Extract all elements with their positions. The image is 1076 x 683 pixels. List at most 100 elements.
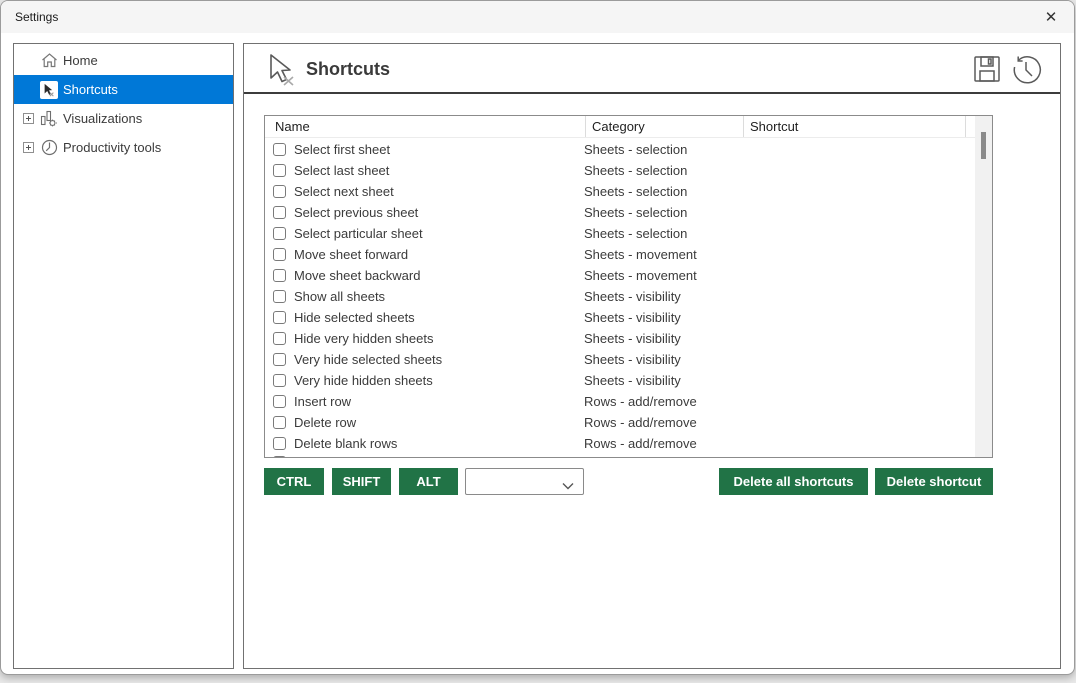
- row-checkbox[interactable]: [273, 332, 286, 345]
- row-checkbox[interactable]: [273, 185, 286, 198]
- shortcuts-cursor-icon: [264, 52, 300, 93]
- row-name-label: Select last sheet: [294, 163, 584, 178]
- row-name-label: Select next sheet: [294, 184, 584, 199]
- table-row[interactable]: Show all sheets Sheets - visibility: [265, 286, 975, 307]
- row-category-label: Sheets - movement: [584, 247, 742, 262]
- row-name-label: Select particular sheet: [294, 226, 584, 241]
- key-dropdown[interactable]: [465, 468, 584, 495]
- titlebar: Settings ✕: [1, 1, 1074, 33]
- table-row[interactable]: [265, 454, 975, 458]
- table-row[interactable]: Insert row Rows - add/remove: [265, 391, 975, 412]
- row-checkbox[interactable]: [273, 164, 286, 177]
- sidebar-item-label: Home: [63, 53, 98, 68]
- history-icon[interactable]: [1010, 54, 1042, 89]
- delete-all-shortcuts-button[interactable]: Delete all shortcuts: [719, 468, 868, 495]
- main-panel: Shortcuts Name Categ: [243, 43, 1061, 669]
- row-category-label: Sheets - selection: [584, 205, 742, 220]
- settings-window: Settings ✕ Home Shortcut: [0, 0, 1075, 675]
- table-row[interactable]: Hide selected sheets Sheets - visibility: [265, 307, 975, 328]
- row-category-label: Sheets - visibility: [584, 310, 742, 325]
- row-checkbox[interactable]: [273, 248, 286, 261]
- row-name-label: Move sheet forward: [294, 247, 584, 262]
- shift-modifier-button[interactable]: SHIFT: [332, 468, 391, 495]
- row-checkbox[interactable]: [273, 143, 286, 156]
- table-row[interactable]: Delete blank rows Rows - add/remove: [265, 433, 975, 454]
- sidebar-item-label: Shortcuts: [63, 82, 118, 97]
- row-name-label: Insert row: [294, 394, 584, 409]
- table-row[interactable]: Very hide hidden sheets Sheets - visibil…: [265, 370, 975, 391]
- row-category-label: Sheets - selection: [584, 142, 742, 157]
- main-header: Shortcuts: [244, 44, 1060, 94]
- expand-icon[interactable]: [23, 113, 34, 124]
- row-checkbox[interactable]: [273, 395, 286, 408]
- home-icon: [40, 52, 58, 70]
- row-category-label: Sheets - movement: [584, 268, 742, 283]
- row-category-label: Sheets - selection: [584, 184, 742, 199]
- row-name-label: Move sheet backward: [294, 268, 584, 283]
- row-name-label: Delete blank rows: [294, 436, 584, 451]
- row-name-label: Show all sheets: [294, 289, 584, 304]
- row-checkbox[interactable]: [273, 374, 286, 387]
- table-row[interactable]: Select first sheet Sheets - selection: [265, 139, 975, 160]
- row-checkbox[interactable]: [273, 269, 286, 282]
- row-category-label: Sheets - visibility: [584, 289, 742, 304]
- table-row[interactable]: Select last sheet Sheets - selection: [265, 160, 975, 181]
- row-checkbox[interactable]: [273, 227, 286, 240]
- row-category-label: Sheets - visibility: [584, 352, 742, 367]
- table-row[interactable]: Select particular sheet Sheets - selecti…: [265, 223, 975, 244]
- row-checkbox[interactable]: [273, 311, 286, 324]
- table-row[interactable]: Hide very hidden sheets Sheets - visibil…: [265, 328, 975, 349]
- column-header-name[interactable]: Name: [265, 116, 586, 137]
- sidebar-item-label: Visualizations: [63, 111, 142, 126]
- row-category-label: Sheets - selection: [584, 226, 742, 241]
- column-header-shortcut[interactable]: Shortcut: [744, 116, 966, 137]
- close-button[interactable]: ✕: [1028, 1, 1074, 33]
- clock-icon: [40, 139, 58, 157]
- row-category-label: Rows - add/remove: [584, 394, 742, 409]
- shortcut-rows: Select first sheet Sheets - selection Se…: [265, 139, 975, 458]
- row-checkbox[interactable]: [273, 353, 286, 366]
- row-category-label: Sheets - visibility: [584, 331, 742, 346]
- table-row[interactable]: Move sheet backward Sheets - movement: [265, 265, 975, 286]
- row-name-label: Delete row: [294, 415, 584, 430]
- row-checkbox[interactable]: [273, 416, 286, 429]
- window-title: Settings: [1, 10, 58, 24]
- row-name-label: Select previous sheet: [294, 205, 584, 220]
- table-row[interactable]: Very hide selected sheets Sheets - visib…: [265, 349, 975, 370]
- row-category-label: Sheets - visibility: [584, 373, 742, 388]
- row-name-label: Very hide selected sheets: [294, 352, 584, 367]
- table-row[interactable]: Delete row Rows - add/remove: [265, 412, 975, 433]
- cursor-icon: [40, 81, 58, 99]
- delete-shortcut-button[interactable]: Delete shortcut: [875, 468, 993, 495]
- row-checkbox[interactable]: [273, 290, 286, 303]
- page-title: Shortcuts: [306, 44, 390, 94]
- expand-icon[interactable]: [23, 142, 34, 153]
- sidebar-item-label: Productivity tools: [63, 140, 161, 155]
- sidebar-item-productivity-tools[interactable]: Productivity tools: [14, 133, 233, 162]
- shortcuts-table: Name Category Shortcut Select first shee…: [264, 115, 993, 458]
- row-name-label: Very hide hidden sheets: [294, 373, 584, 388]
- save-button[interactable]: [972, 54, 1002, 87]
- row-checkbox[interactable]: [273, 437, 286, 450]
- chart-gear-icon: [40, 110, 58, 128]
- scrollbar-thumb[interactable]: [981, 132, 986, 159]
- chevron-down-icon: [562, 477, 574, 495]
- row-category-label: Rows - add/remove: [584, 415, 742, 430]
- row-name-label: Select first sheet: [294, 142, 584, 157]
- row-checkbox[interactable]: [273, 206, 286, 219]
- column-header-category[interactable]: Category: [586, 116, 744, 137]
- row-checkbox[interactable]: [273, 456, 286, 458]
- table-row[interactable]: Move sheet forward Sheets - movement: [265, 244, 975, 265]
- vertical-scrollbar[interactable]: [975, 116, 992, 457]
- row-name-label: Hide very hidden sheets: [294, 331, 584, 346]
- row-name-label: Hide selected sheets: [294, 310, 584, 325]
- table-row[interactable]: Select previous sheet Sheets - selection: [265, 202, 975, 223]
- row-category-label: Sheets - selection: [584, 163, 742, 178]
- alt-modifier-button[interactable]: ALT: [399, 468, 458, 495]
- sidebar-item-shortcuts[interactable]: Shortcuts: [14, 75, 233, 104]
- table-row[interactable]: Select next sheet Sheets - selection: [265, 181, 975, 202]
- sidebar-item-visualizations[interactable]: Visualizations: [14, 104, 233, 133]
- sidebar-item-home[interactable]: Home: [14, 46, 233, 75]
- ctrl-modifier-button[interactable]: CTRL: [264, 468, 324, 495]
- table-header: Name Category Shortcut: [265, 116, 975, 138]
